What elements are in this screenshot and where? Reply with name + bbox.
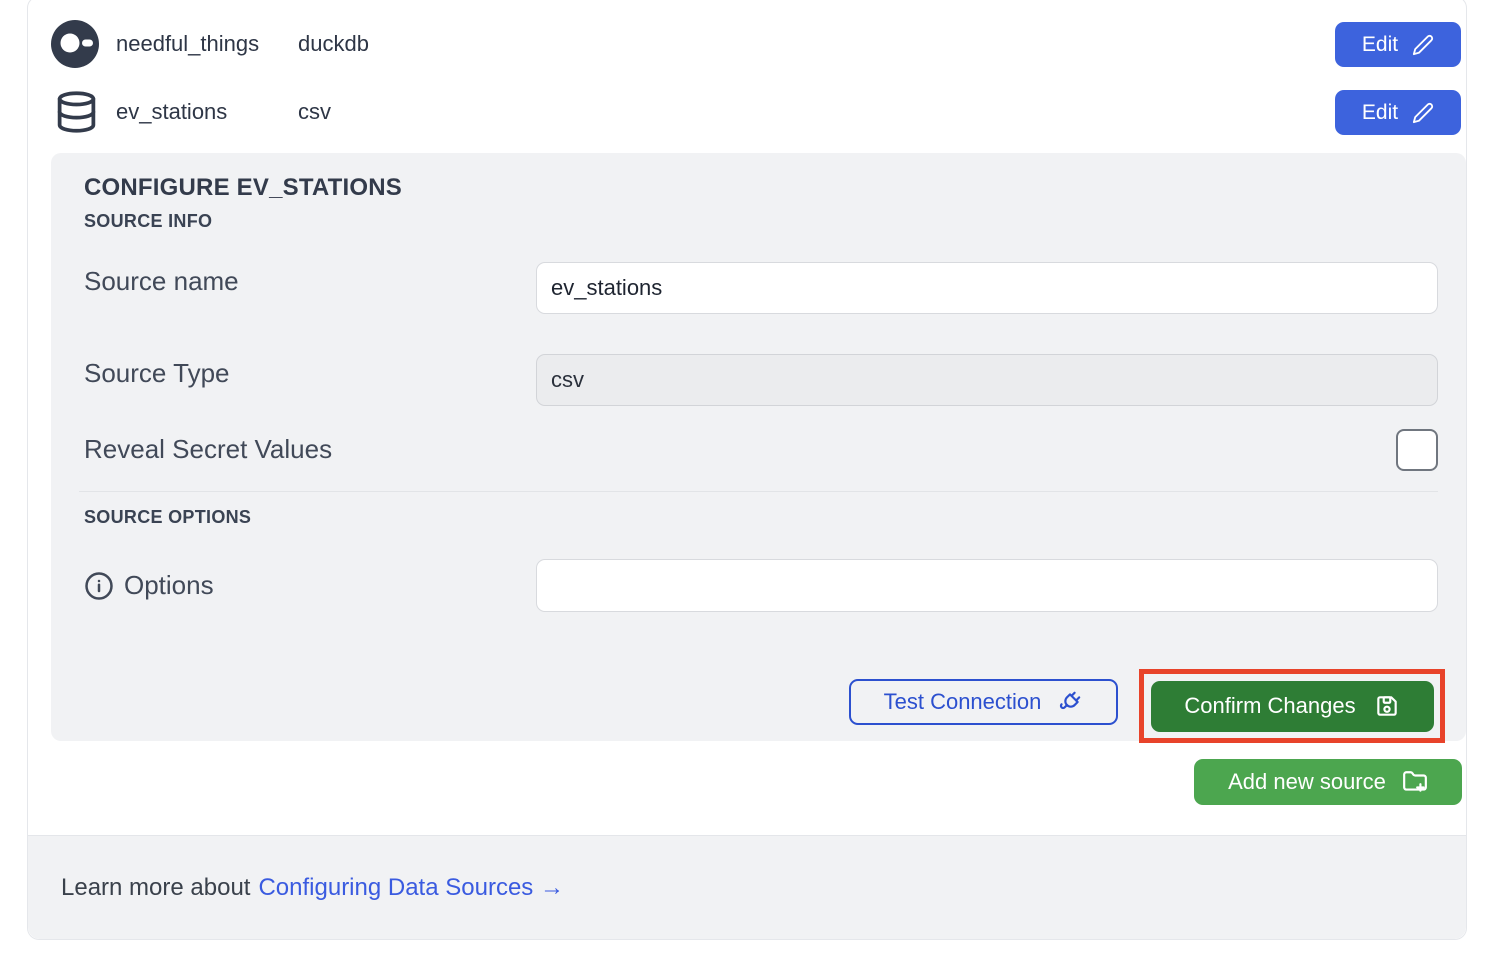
source-row-ev-stations: ev_stations csv Edit xyxy=(28,88,1466,136)
edit-button-label: Edit xyxy=(1362,101,1398,125)
test-connection-button[interactable]: Test Connection xyxy=(849,679,1118,725)
add-new-source-label: Add new source xyxy=(1228,769,1386,795)
pencil-icon xyxy=(1412,34,1434,56)
source-name-label: Source name xyxy=(84,266,239,297)
source-type: csv xyxy=(298,99,331,125)
arrow-right-icon: → xyxy=(540,874,564,901)
plug-icon xyxy=(1057,689,1083,715)
configure-panel: CONFIGURE EV_STATIONS SOURCE INFO Source… xyxy=(51,153,1466,741)
edit-source-button[interactable]: Edit xyxy=(1335,90,1461,135)
duckdb-logo-icon xyxy=(51,20,99,68)
source-info-heading: SOURCE INFO xyxy=(84,211,212,232)
edit-button-label: Edit xyxy=(1362,33,1398,57)
save-floppy-icon xyxy=(1374,693,1400,719)
test-connection-label: Test Connection xyxy=(884,689,1042,715)
section-divider xyxy=(79,491,1438,492)
footer-link-label: Configuring Data Sources xyxy=(258,874,533,901)
footer-text: Learn more about xyxy=(61,874,250,902)
folder-plus-icon xyxy=(1402,769,1428,795)
info-icon xyxy=(84,571,114,601)
source-type: duckdb xyxy=(298,31,369,57)
footer: Learn more about Configuring Data Source… xyxy=(28,835,1466,939)
database-icon xyxy=(54,89,99,135)
options-label-row: Options xyxy=(84,559,214,612)
source-options-heading: SOURCE OPTIONS xyxy=(84,507,251,528)
confirm-changes-label: Confirm Changes xyxy=(1184,693,1355,719)
reveal-secret-values-checkbox[interactable] xyxy=(1396,429,1438,471)
confirm-changes-highlight-box: Confirm Changes xyxy=(1139,669,1445,743)
source-name: needful_things xyxy=(116,31,259,57)
options-input[interactable] xyxy=(536,559,1438,612)
edit-source-button[interactable]: Edit xyxy=(1335,22,1461,67)
add-new-source-button[interactable]: Add new source xyxy=(1194,759,1462,805)
source-name: ev_stations xyxy=(116,99,227,125)
configuring-data-sources-link[interactable]: Configuring Data Sources → xyxy=(258,874,564,902)
confirm-changes-button[interactable]: Confirm Changes xyxy=(1151,681,1434,732)
pencil-icon xyxy=(1412,102,1434,124)
data-sources-card: needful_things duckdb Edit ev_st xyxy=(27,0,1467,940)
panel-title: CONFIGURE EV_STATIONS xyxy=(84,174,402,202)
reveal-secret-values-label: Reveal Secret Values xyxy=(84,434,332,465)
source-type-label: Source Type xyxy=(84,358,230,389)
options-label: Options xyxy=(124,570,214,601)
source-name-input[interactable] xyxy=(536,262,1438,314)
source-row-needful-things: needful_things duckdb Edit xyxy=(28,20,1466,68)
source-type-input xyxy=(536,354,1438,406)
screen: needful_things duckdb Edit ev_st xyxy=(0,0,1494,964)
